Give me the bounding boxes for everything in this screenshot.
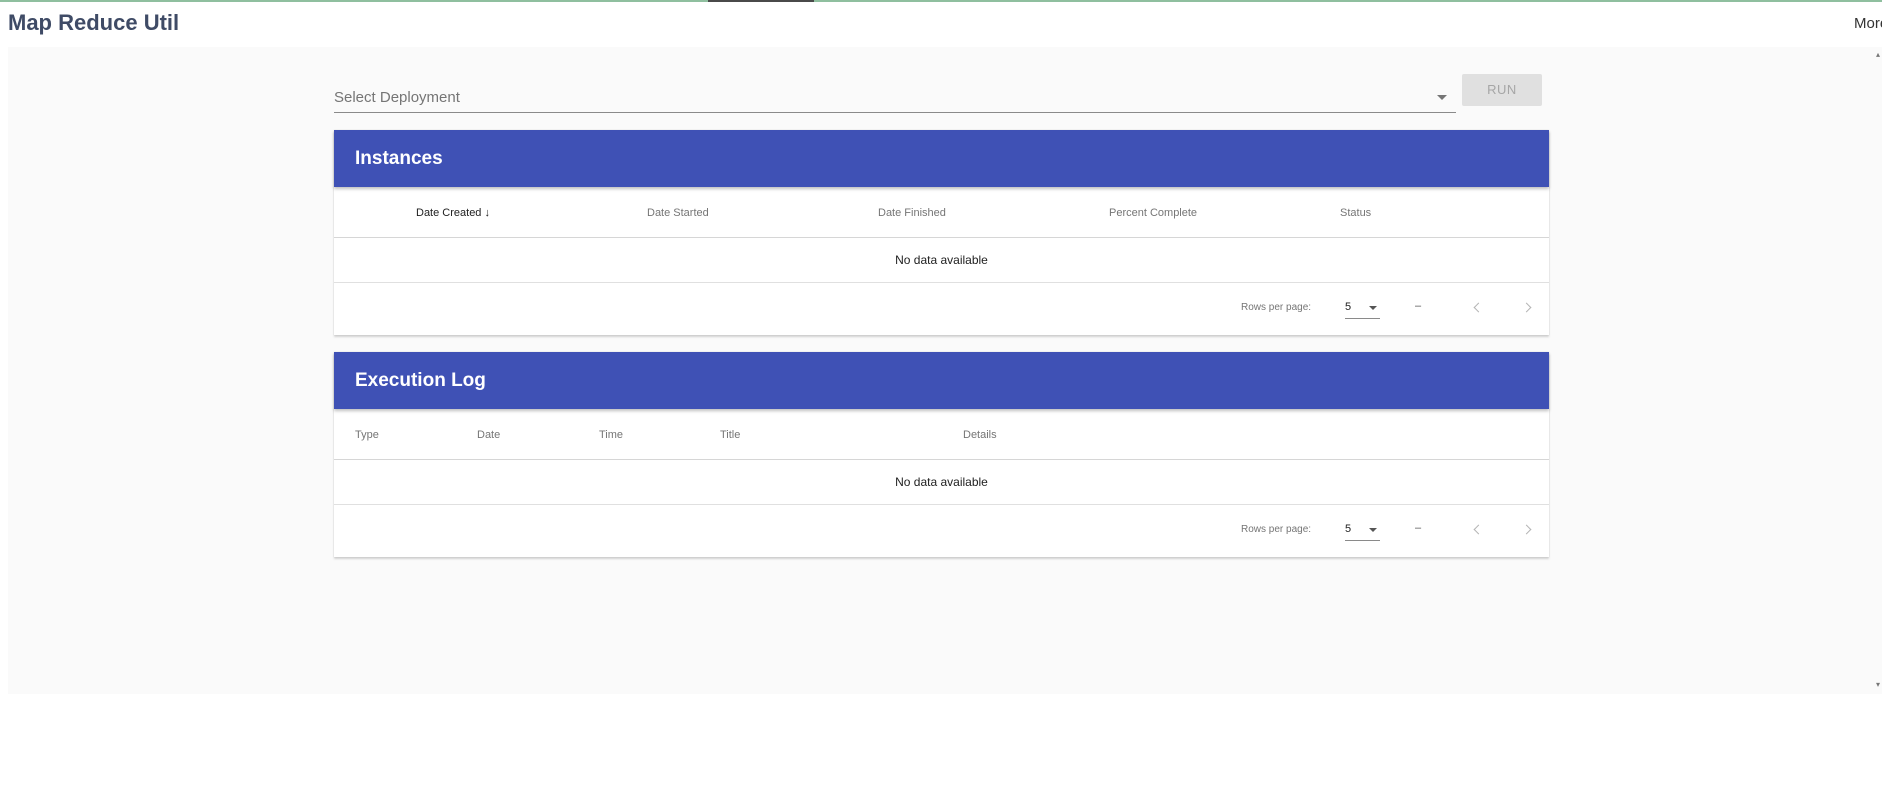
execution-log-card: Execution Log Type Date Time Title Detai…: [334, 352, 1549, 557]
rows-per-page-value: 5: [1345, 301, 1352, 313]
column-header-type[interactable]: Type: [355, 429, 379, 441]
rows-per-page-value: 5: [1345, 523, 1352, 535]
column-header-date-finished[interactable]: Date Finished: [878, 207, 946, 219]
page-range-text: –: [1415, 522, 1422, 534]
instances-pagination: Rows per page: 5 –: [334, 283, 1549, 335]
instances-title: Instances: [334, 130, 1549, 187]
rows-per-page-label: Rows per page:: [1241, 302, 1312, 313]
column-header-date-created[interactable]: Date Created ↓: [416, 207, 490, 219]
scrollbar-up-arrow[interactable]: ▴: [1876, 51, 1882, 59]
instances-table-header: Date Created ↓ Date Started Date Finished…: [334, 187, 1549, 238]
execution-log-empty-message: No data available: [334, 460, 1549, 505]
column-header-title[interactable]: Title: [720, 429, 740, 441]
rows-per-page-select[interactable]: 5: [1345, 295, 1380, 319]
chevron-right-icon: [1521, 524, 1532, 535]
execution-log-title: Execution Log: [334, 352, 1549, 409]
scrollbar-down-arrow[interactable]: ▾: [1876, 681, 1882, 689]
caret-down-icon: [1369, 528, 1377, 532]
column-header-date-started[interactable]: Date Started: [647, 207, 709, 219]
app-title: Map Reduce Util: [8, 10, 180, 35]
next-page-button[interactable]: [1519, 518, 1539, 542]
prev-page-button[interactable]: [1467, 296, 1487, 320]
run-button[interactable]: RUN: [1462, 74, 1542, 106]
next-page-button[interactable]: [1519, 296, 1539, 320]
column-header-time[interactable]: Time: [599, 429, 623, 441]
deployment-select-placeholder: Select Deployment: [334, 89, 460, 106]
rows-per-page-select[interactable]: 5: [1345, 517, 1380, 541]
chevron-right-icon: [1521, 302, 1532, 313]
chevron-left-icon: [1473, 524, 1484, 535]
column-header-details[interactable]: Details: [963, 429, 997, 441]
more-menu-link[interactable]: More: [1854, 15, 1882, 32]
prev-page-button[interactable]: [1467, 518, 1487, 542]
execution-log-pagination: Rows per page: 5 –: [334, 505, 1549, 557]
column-header-status[interactable]: Status: [1340, 207, 1371, 219]
arrow-down-icon: ↓: [484, 207, 490, 219]
column-header-date[interactable]: Date: [477, 429, 500, 441]
execution-log-table-header: Type Date Time Title Details: [334, 409, 1549, 460]
instances-card: Instances Date Created ↓ Date Started Dat…: [334, 130, 1549, 335]
column-header-percent-complete[interactable]: Percent Complete: [1109, 207, 1197, 219]
page-range-text: –: [1415, 300, 1422, 312]
instances-empty-message: No data available: [334, 238, 1549, 283]
caret-down-icon: [1437, 95, 1447, 100]
deployment-select[interactable]: Select Deployment: [334, 86, 1456, 113]
caret-down-icon: [1369, 306, 1377, 310]
top-progress-line: [0, 0, 1882, 2]
chevron-left-icon: [1473, 302, 1484, 313]
top-progress-indicator: [708, 0, 814, 2]
rows-per-page-label: Rows per page:: [1241, 524, 1312, 535]
